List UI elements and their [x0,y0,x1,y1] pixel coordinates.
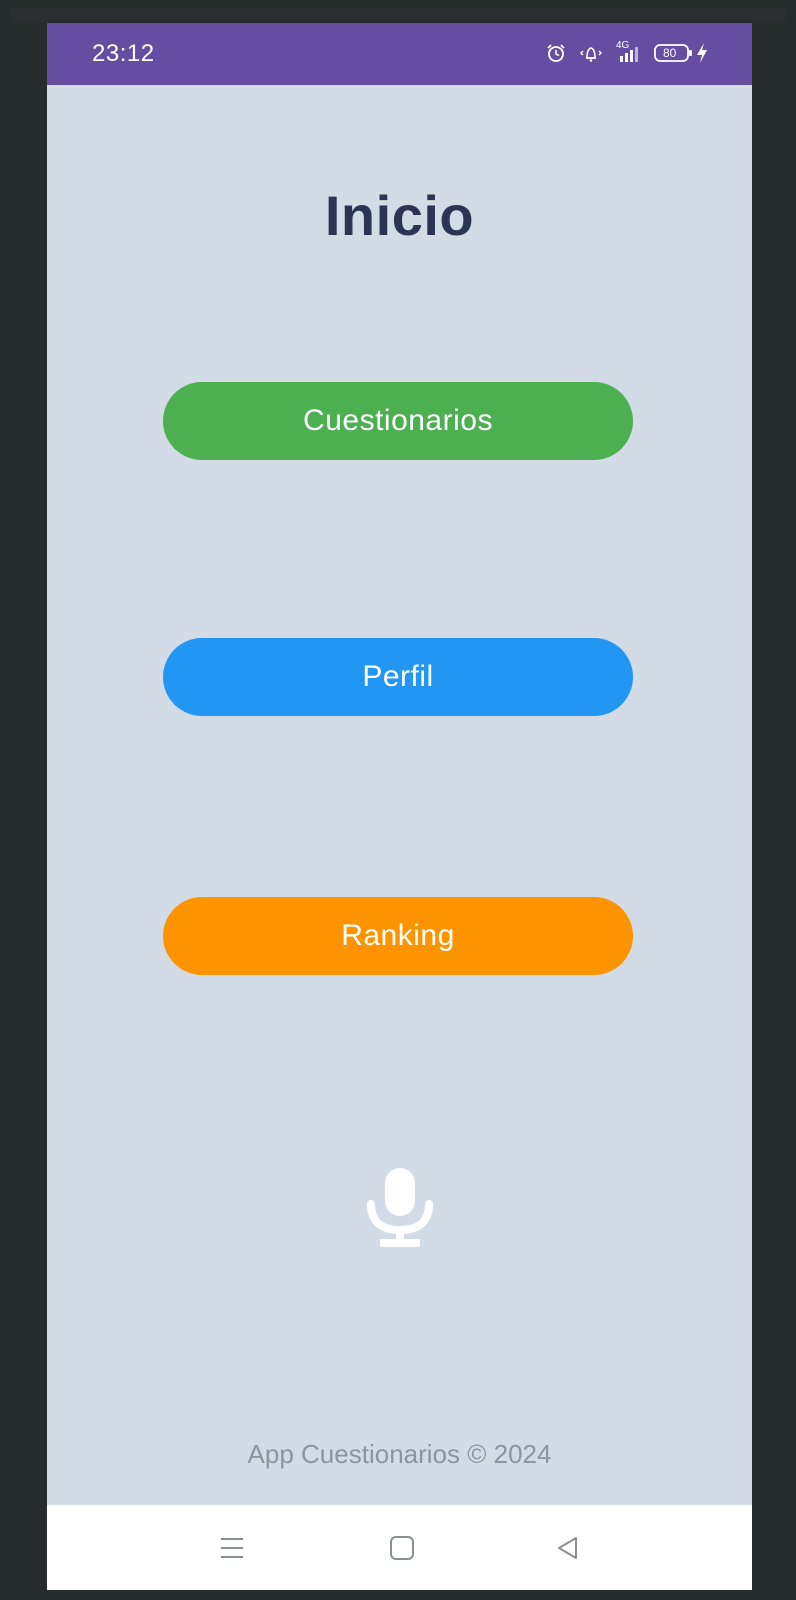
battery-icon: 80 [654,42,694,64]
status-icons: 4G 80 [546,39,708,67]
microphone-icon[interactable] [365,1166,435,1250]
back-icon[interactable] [551,1531,585,1565]
status-bar: 23:12 4G 80 [47,23,752,85]
alarm-icon [546,43,566,63]
home-icon[interactable] [385,1531,419,1565]
charging-icon [696,42,708,64]
battery-level: 80 [663,46,677,60]
status-time: 23:12 [92,40,155,67]
device-frame: 23:12 4G 80 Inicio Cuestionarios Perfil … [0,0,796,1600]
page-title: Inicio [324,184,475,247]
ranking-button[interactable]: Ranking [163,897,633,975]
frame-bottom-edge [0,1590,796,1600]
profile-button[interactable]: Perfil [163,638,633,716]
phone-screen: 23:12 4G 80 Inicio Cuestionarios Perfil … [47,23,752,1590]
signal-icon: 4G [616,40,642,64]
vibrate-icon [578,43,604,63]
menu-icon[interactable] [215,1531,249,1565]
frame-top-edge [10,8,786,22]
questionnaires-button[interactable]: Cuestionarios [163,382,633,460]
system-navigation-bar [47,1505,752,1590]
footer-copyright: App Cuestionarios © 2024 [247,1439,552,1469]
